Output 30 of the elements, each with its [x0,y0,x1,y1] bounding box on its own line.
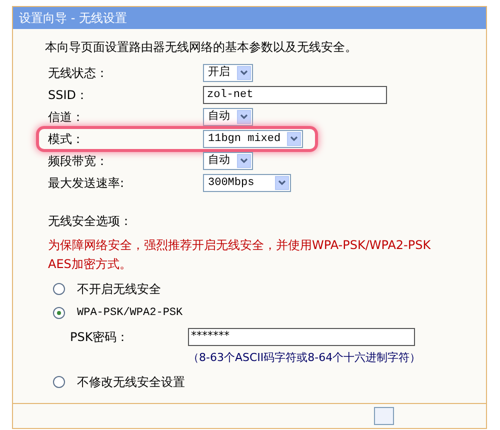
dropdown[interactable]: 开启 [203,64,253,82]
dropdown[interactable]: 300Mbps [203,174,291,192]
radio-button[interactable] [53,307,65,320]
hint-text: （8-63个ASCII码字符或8-64个十六进制字符） [187,350,422,366]
intro-text: 本向导页面设置路由器无线网络的基本参数以及无线安全。 [45,39,358,56]
chevron-down-icon [287,132,301,146]
field-label: 频段带宽： [48,153,109,170]
radio-button[interactable] [53,283,65,295]
ssid-field[interactable]: zol-net [203,86,387,104]
chevron-down-icon [275,176,289,190]
window-title: 设置向导 - 无线设置 [19,10,127,27]
chevron-down-icon [237,110,251,124]
chevron-down-icon [237,154,251,168]
dropdown[interactable]: 11bgn mixed [203,130,303,148]
chevron-down-icon [237,66,251,80]
warning-text: 为保障网络安全，强烈推荐开启无线安全，并使用WPA-PSK/WPA2-PSK AES加密方式。 [47,237,432,273]
radio-label: 不开启无线安全 [77,281,161,298]
field-label: 最大发送速率: [48,175,126,192]
dropdown[interactable]: 自动 [203,152,253,170]
field-label: SSID： [48,87,90,104]
radio-button[interactable] [53,376,65,388]
field-label: 模式： [48,131,85,148]
field-label: 信道： [48,109,85,126]
field-label: 无线状态： [48,65,109,82]
password-field[interactable]: ******* [188,328,415,346]
dropdown[interactable]: 自动 [203,108,253,126]
radio-label: WPA-PSK/WPA2-PSK [77,306,183,321]
radio-label: 不修改无线安全设置 [77,374,185,391]
field-label: PSK密码： [69,328,130,346]
section-title: 无线安全选项： [47,213,133,230]
